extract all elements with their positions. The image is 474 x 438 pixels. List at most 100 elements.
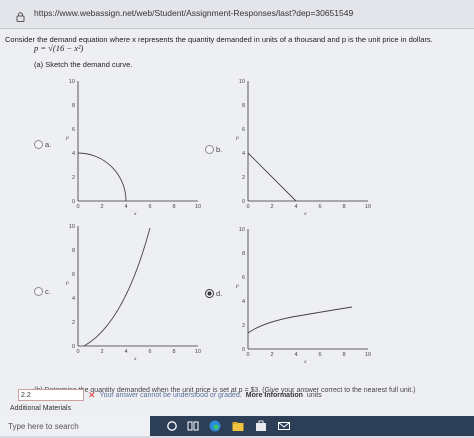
assignment-content: Consider the demand equation where x rep… (0, 29, 474, 416)
x-tick-label: 0 (246, 204, 249, 210)
x-tick-label: 6 (318, 204, 321, 210)
y-tick-labels: 0 2 4 6 8 10 (239, 79, 245, 205)
x-tick-label: 2 (100, 349, 103, 355)
option-c-radio[interactable] (34, 287, 43, 296)
y-tick-label: 10 (239, 79, 245, 85)
y-tick-label: 8 (242, 103, 245, 109)
x-axis-label: x (133, 356, 137, 362)
y-tick-label: 0 (242, 199, 245, 205)
y-tick-label: 8 (72, 103, 75, 109)
demand-curve (247, 152, 297, 202)
option-a[interactable]: a. (34, 140, 51, 149)
search-placeholder: Type here to search (8, 421, 79, 431)
option-b[interactable]: b. (205, 145, 222, 154)
y-tick-label: 8 (242, 251, 245, 257)
y-tick-label: 6 (242, 127, 245, 133)
x-tick-label: 10 (195, 204, 201, 210)
x-tick-label: 8 (172, 349, 175, 355)
option-c-label: c. (45, 287, 51, 296)
x-tick-label: 0 (246, 352, 249, 358)
additional-materials-link[interactable]: Additional Materials (10, 405, 71, 412)
y-tick-labels: 0 2 4 6 8 10 (239, 227, 245, 353)
y-tick-label: 0 (242, 347, 245, 353)
taskbar: Type here to search (0, 416, 474, 436)
x-axis-label: x (303, 211, 307, 217)
x-tick-label: 2 (270, 352, 273, 358)
task-view-icon[interactable] (186, 419, 200, 438)
y-tick-label: 6 (242, 275, 245, 281)
x-tick-label: 8 (342, 204, 345, 210)
x-axis-label: x (303, 359, 307, 365)
x-tick-labels: 0 2 4 6 8 10 (246, 352, 371, 358)
answer-row: ✕ Your answer cannot be understood or gr… (18, 389, 322, 401)
x-tick-labels: 0 2 4 6 8 10 (76, 204, 201, 210)
y-tick-label: 2 (72, 320, 75, 326)
y-axis-label: p (65, 135, 69, 141)
part-a-label: (a) Sketch the demand curve. (34, 60, 133, 69)
taskbar-search-box[interactable]: Type here to search (0, 416, 150, 436)
option-c[interactable]: c. (34, 287, 51, 296)
option-d-label: d. (216, 289, 223, 298)
incorrect-x-icon: ✕ (88, 389, 96, 400)
x-tick-label: 4 (124, 349, 127, 355)
x-tick-labels: 0 2 4 6 8 10 (76, 349, 201, 355)
y-tick-labels: 0 2 4 6 8 10 (69, 79, 75, 205)
y-tick-label: 10 (239, 227, 245, 233)
x-tick-label: 6 (318, 352, 321, 358)
answer-feedback: Your answer cannot be understood or grad… (99, 391, 242, 399)
store-icon[interactable] (254, 419, 268, 438)
x-tick-label: 4 (294, 204, 297, 210)
x-axis-label: x (133, 211, 137, 217)
y-tick-label: 4 (72, 296, 75, 302)
x-tick-label: 10 (365, 352, 371, 358)
mail-icon[interactable] (277, 419, 291, 438)
y-tick-label: 0 (72, 199, 75, 205)
graph-a: 0 2 4 6 8 10 0 2 4 6 8 10 p x (62, 75, 202, 217)
y-tick-label: 8 (72, 248, 75, 254)
y-tick-labels: 0 2 4 6 8 10 (69, 224, 75, 350)
y-tick-label: 10 (69, 224, 75, 230)
graph-d: 0 2 4 6 8 10 0 2 4 6 8 10 p x (232, 223, 372, 365)
y-axis-label: p (235, 283, 239, 289)
option-d-radio[interactable] (205, 289, 214, 298)
y-tick-label: 0 (72, 344, 75, 350)
x-tick-labels: 0 2 4 6 8 10 (246, 204, 371, 210)
x-tick-label: 8 (342, 352, 345, 358)
x-tick-label: 6 (148, 349, 151, 355)
demand-equation: p = √(16 − x²) (34, 43, 84, 53)
y-tick-label: 10 (69, 79, 75, 85)
graph-c: 0 2 4 6 8 10 0 2 4 6 8 10 p x (62, 220, 202, 362)
option-d[interactable]: d. (205, 289, 222, 298)
x-tick-label: 2 (100, 204, 103, 210)
units-label: units (306, 391, 322, 399)
y-tick-label: 6 (72, 272, 75, 278)
y-tick-label: 2 (242, 323, 245, 329)
option-b-label: b. (216, 145, 223, 154)
file-explorer-icon[interactable] (231, 419, 245, 438)
cortana-circle-icon[interactable] (166, 419, 178, 438)
x-tick-label: 6 (148, 204, 151, 210)
option-b-radio[interactable] (205, 145, 214, 154)
x-tick-label: 10 (195, 349, 201, 355)
url-text[interactable]: https://www.webassign.net/web/Student/As… (34, 8, 353, 18)
y-tick-label: 4 (72, 151, 75, 157)
y-axis-label: p (65, 280, 69, 286)
y-tick-label: 2 (242, 175, 245, 181)
edge-browser-icon[interactable] (208, 419, 222, 438)
x-tick-label: 0 (76, 349, 79, 355)
more-information-link[interactable]: More Information (246, 392, 303, 399)
x-tick-label: 10 (365, 204, 371, 210)
x-tick-label: 4 (294, 352, 297, 358)
browser-address-bar[interactable]: https://www.webassign.net/web/Student/As… (0, 0, 474, 29)
y-tick-label: 2 (72, 175, 75, 181)
y-tick-label: 6 (72, 127, 75, 133)
demand-curve (83, 227, 151, 347)
x-tick-label: 8 (172, 204, 175, 210)
y-tick-label: 4 (242, 299, 245, 305)
x-tick-label: 0 (76, 204, 79, 210)
option-a-radio[interactable] (34, 140, 43, 149)
y-axis-label: p (235, 135, 239, 141)
answer-input[interactable] (18, 389, 84, 401)
x-tick-label: 4 (124, 204, 127, 210)
demand-curve (247, 306, 353, 334)
